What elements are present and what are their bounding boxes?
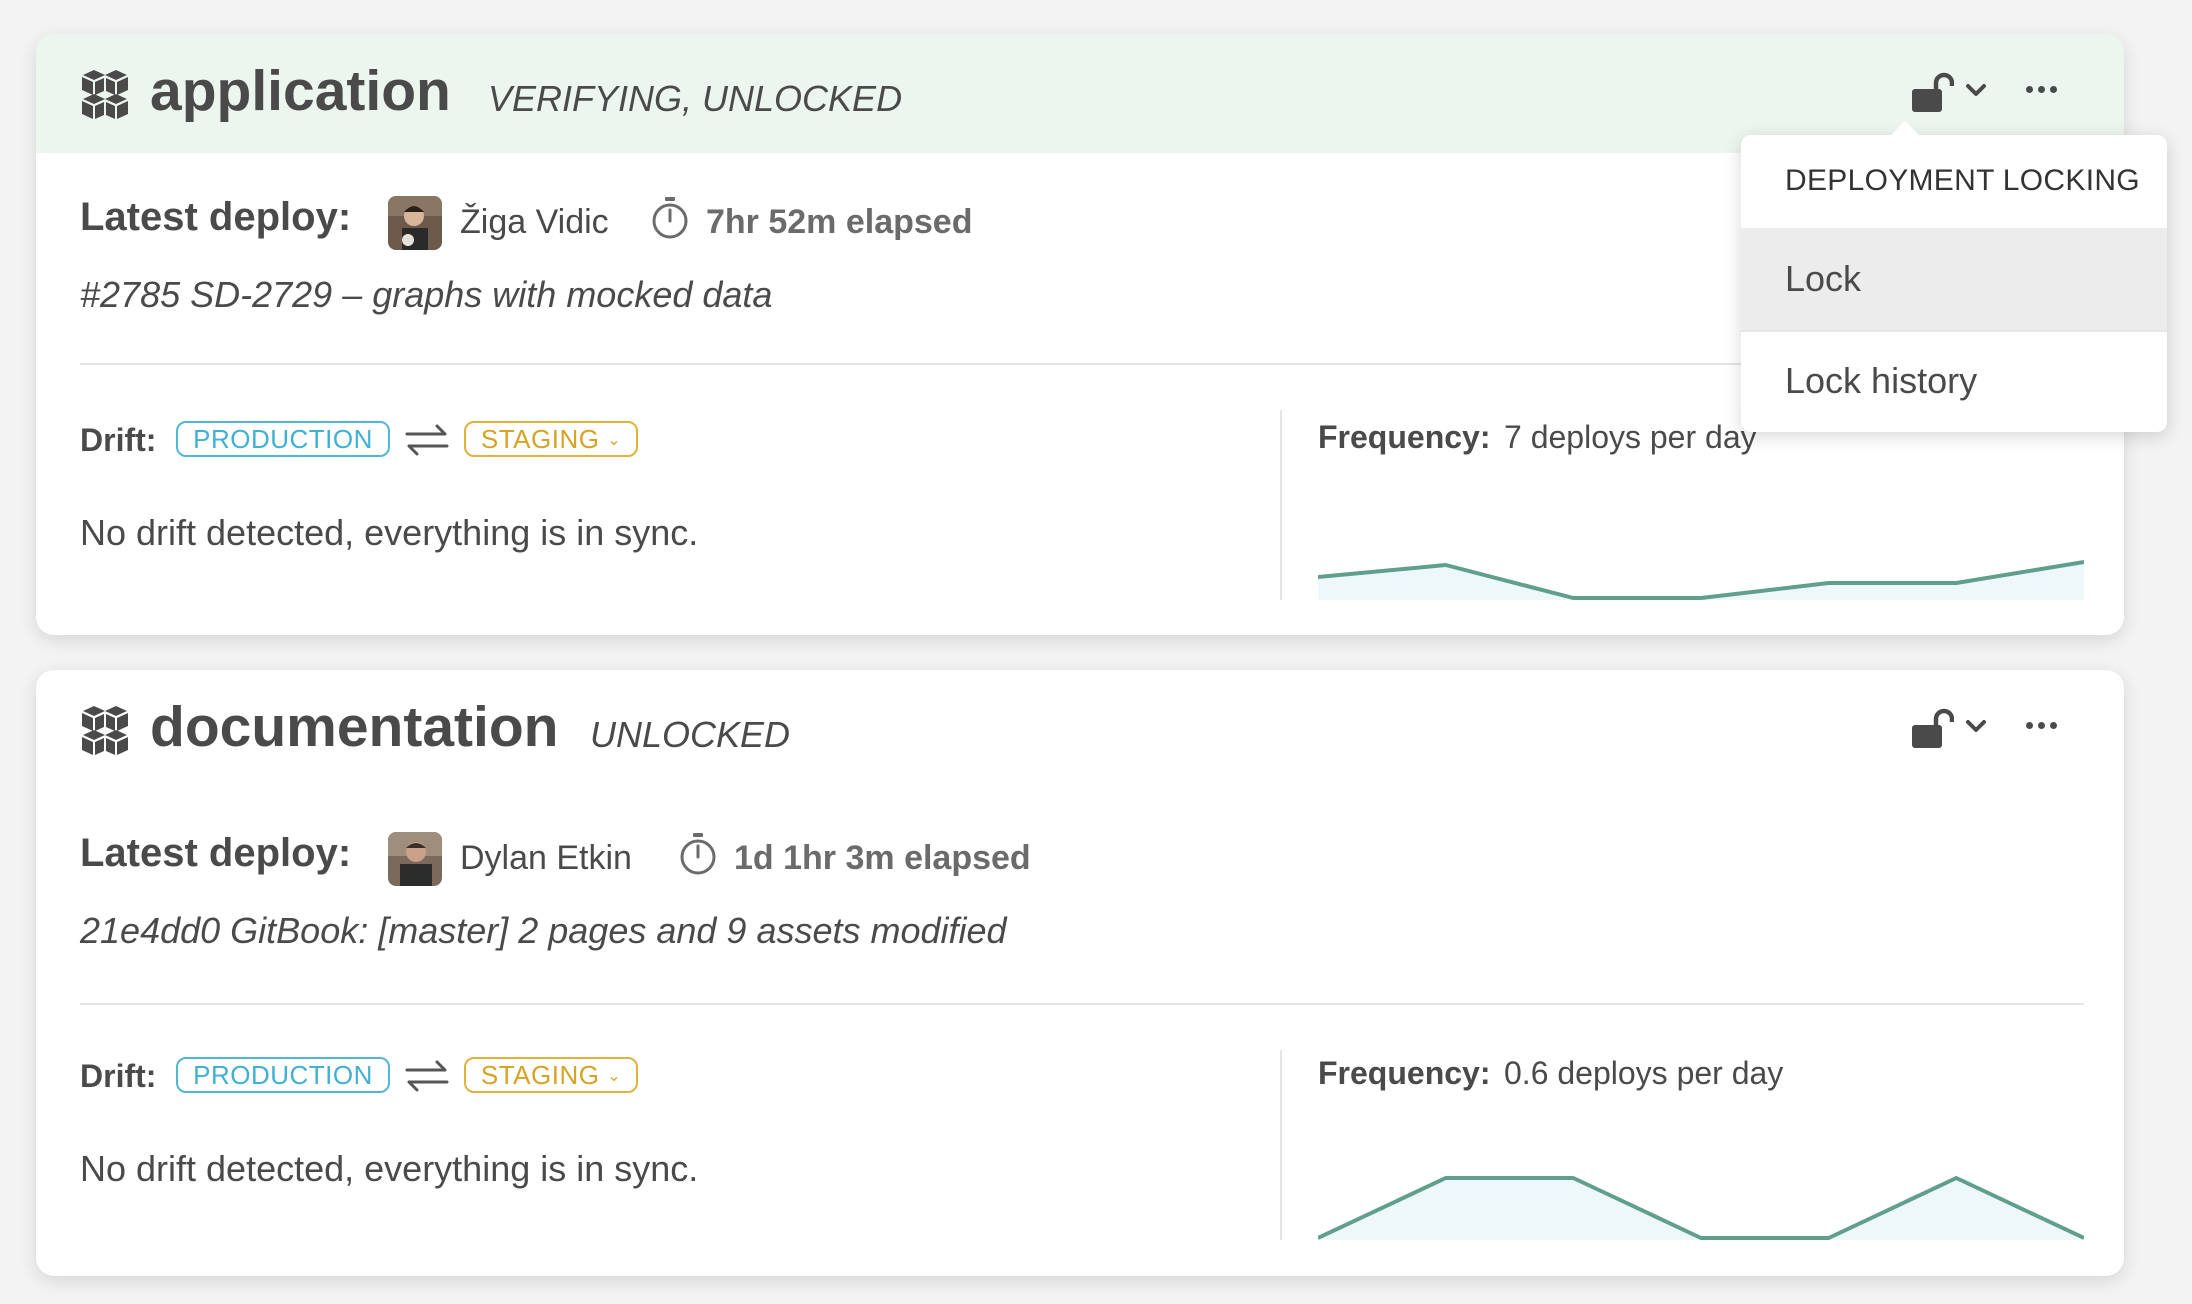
swap-arrows-icon <box>405 1060 449 1092</box>
vertical-divider <box>1280 1050 1282 1240</box>
frequency-label: Frequency: <box>1318 1055 1491 1091</box>
swap-arrows-icon <box>405 424 449 456</box>
sparkline-area <box>1318 1178 2084 1240</box>
commit-message: #2785 SD-2729 – graphs with mocked data <box>80 274 773 315</box>
frequency-label: Frequency: <box>1318 419 1491 455</box>
unlocked-padlock-icon <box>1912 72 1954 112</box>
drift-label: Drift: <box>80 1058 157 1094</box>
package-icon <box>82 706 128 755</box>
stopwatch-icon <box>680 833 716 875</box>
frequency-value: 7 deploys per day <box>1504 419 1757 455</box>
production-badge[interactable]: PRODUCTION <box>176 1057 390 1093</box>
chevron-down-icon <box>1966 84 1986 96</box>
staging-env-select[interactable]: STAGING ⌄ <box>464 421 638 457</box>
project-status: UNLOCKED <box>590 714 791 755</box>
divider <box>80 1003 2084 1005</box>
project-status: VERIFYING, UNLOCKED <box>488 78 903 119</box>
project-card-documentation: documentation UNLOCKED Latest deploy: Dy… <box>36 670 2124 1276</box>
frequency-sparkline <box>1318 560 2084 600</box>
lock-menu-toggle[interactable] <box>1912 72 1994 112</box>
latest-deploy-label: Latest deploy: <box>80 831 352 875</box>
drift-label: Drift: <box>80 422 157 458</box>
stopwatch-icon <box>652 197 688 239</box>
frequency-sparkline <box>1318 1176 2084 1240</box>
commit-message: 21e4dd0 GitBook: [master] 2 pages and 9 … <box>80 910 1007 951</box>
lock-menu-toggle[interactable] <box>1912 708 1994 748</box>
deploy-author: Dylan Etkin <box>460 839 632 877</box>
elapsed-time: 7hr 52m elapsed <box>706 203 973 241</box>
latest-deploy-label: Latest deploy: <box>80 195 352 239</box>
package-icon <box>82 70 128 119</box>
project-title: documentation <box>150 695 559 759</box>
more-options-button[interactable] <box>2026 714 2062 736</box>
ellipsis-icon <box>2026 722 2033 729</box>
menu-item-lock[interactable]: Lock <box>1741 228 2167 330</box>
staging-label: STAGING <box>480 1060 600 1090</box>
ellipsis-icon <box>2026 86 2033 93</box>
unlocked-padlock-icon <box>1912 708 1954 748</box>
menu-item-lock-history[interactable]: Lock history <box>1741 330 2167 432</box>
deploy-author: Žiga Vidic <box>460 203 609 241</box>
production-badge[interactable]: PRODUCTION <box>176 421 390 457</box>
chevron-down-icon: ⌄ <box>607 1068 622 1085</box>
frequency-value: 0.6 deploys per day <box>1504 1055 1784 1091</box>
menu-heading: DEPLOYMENT LOCKING <box>1785 164 2140 197</box>
chevron-down-icon <box>1966 720 1986 732</box>
drift-message: No drift detected, everything is in sync… <box>80 512 699 553</box>
more-options-button[interactable] <box>2026 78 2062 100</box>
project-title: application <box>150 59 451 123</box>
chevron-down-icon: ⌄ <box>607 432 622 449</box>
drift-message: No drift detected, everything is in sync… <box>80 1148 699 1189</box>
card-header: documentation UNLOCKED <box>36 670 2124 789</box>
deployment-locking-menu: DEPLOYMENT LOCKING Lock Lock history <box>1741 120 2167 432</box>
staging-label: STAGING <box>480 424 600 454</box>
avatar <box>388 832 442 886</box>
avatar <box>388 196 442 250</box>
staging-env-select[interactable]: STAGING ⌄ <box>464 1057 638 1093</box>
vertical-divider <box>1280 410 1282 600</box>
elapsed-time: 1d 1hr 3m elapsed <box>734 839 1031 877</box>
